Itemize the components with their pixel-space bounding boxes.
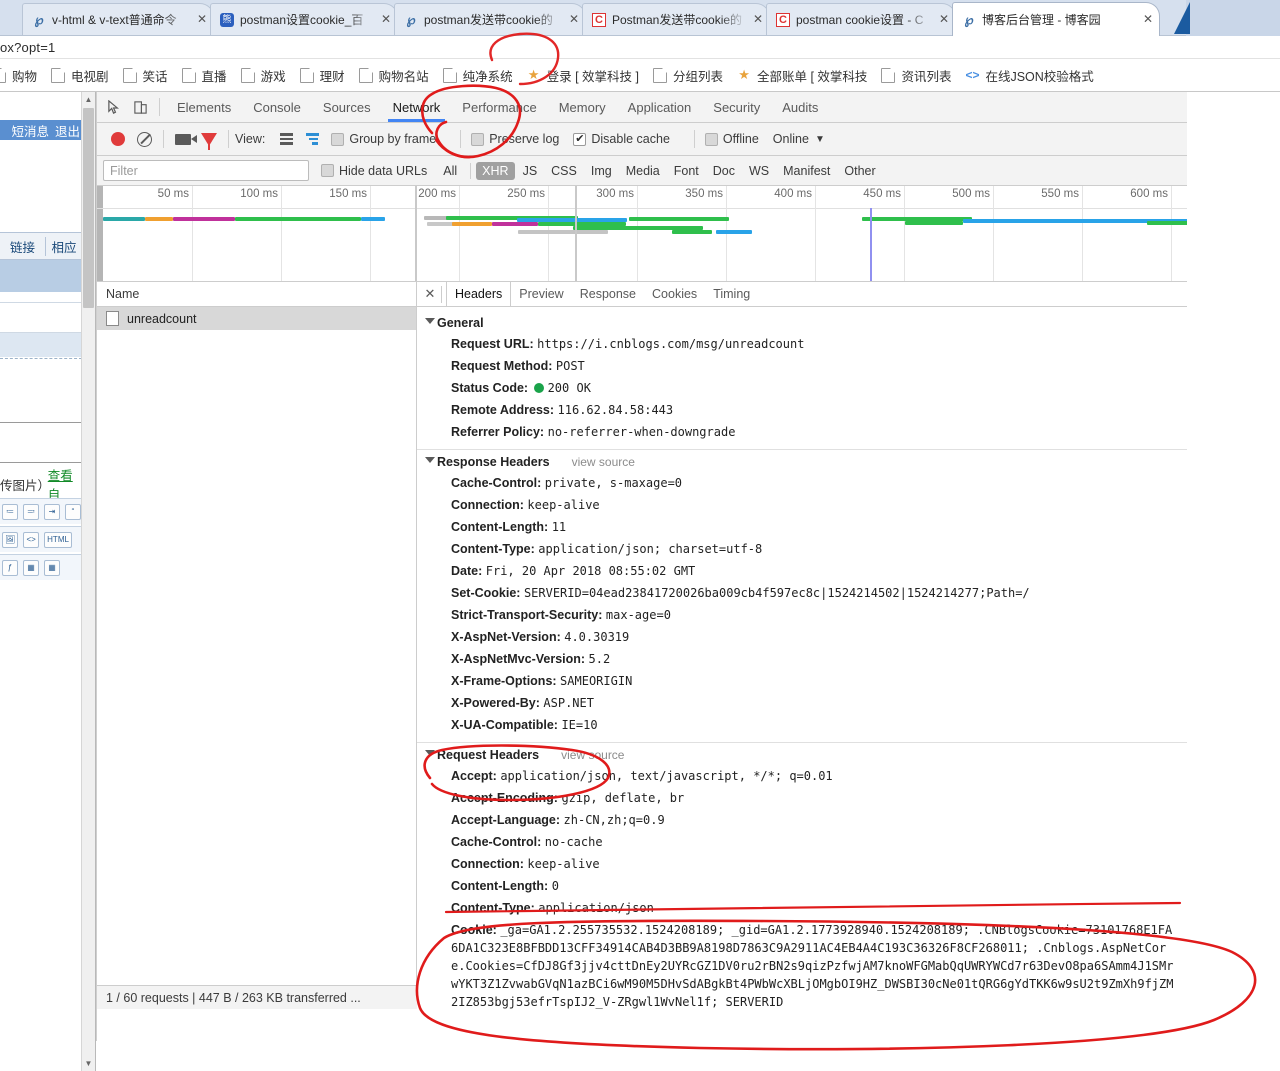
browser-tab-5-active[interactable]: ℘ 博客后台管理 - 博客园 ✕ <box>952 2 1160 36</box>
browser-tab-title: 博客后台管理 - 博客园 <box>982 13 1101 27</box>
ie-icon: ℘ <box>964 12 974 27</box>
screen-root: ℘ v-html & v-text普通命令 ✕ 熊 postman设置cooki… <box>0 0 1280 1071</box>
close-icon[interactable]: ✕ <box>1141 12 1155 27</box>
annotation-layer <box>415 32 1257 1051</box>
